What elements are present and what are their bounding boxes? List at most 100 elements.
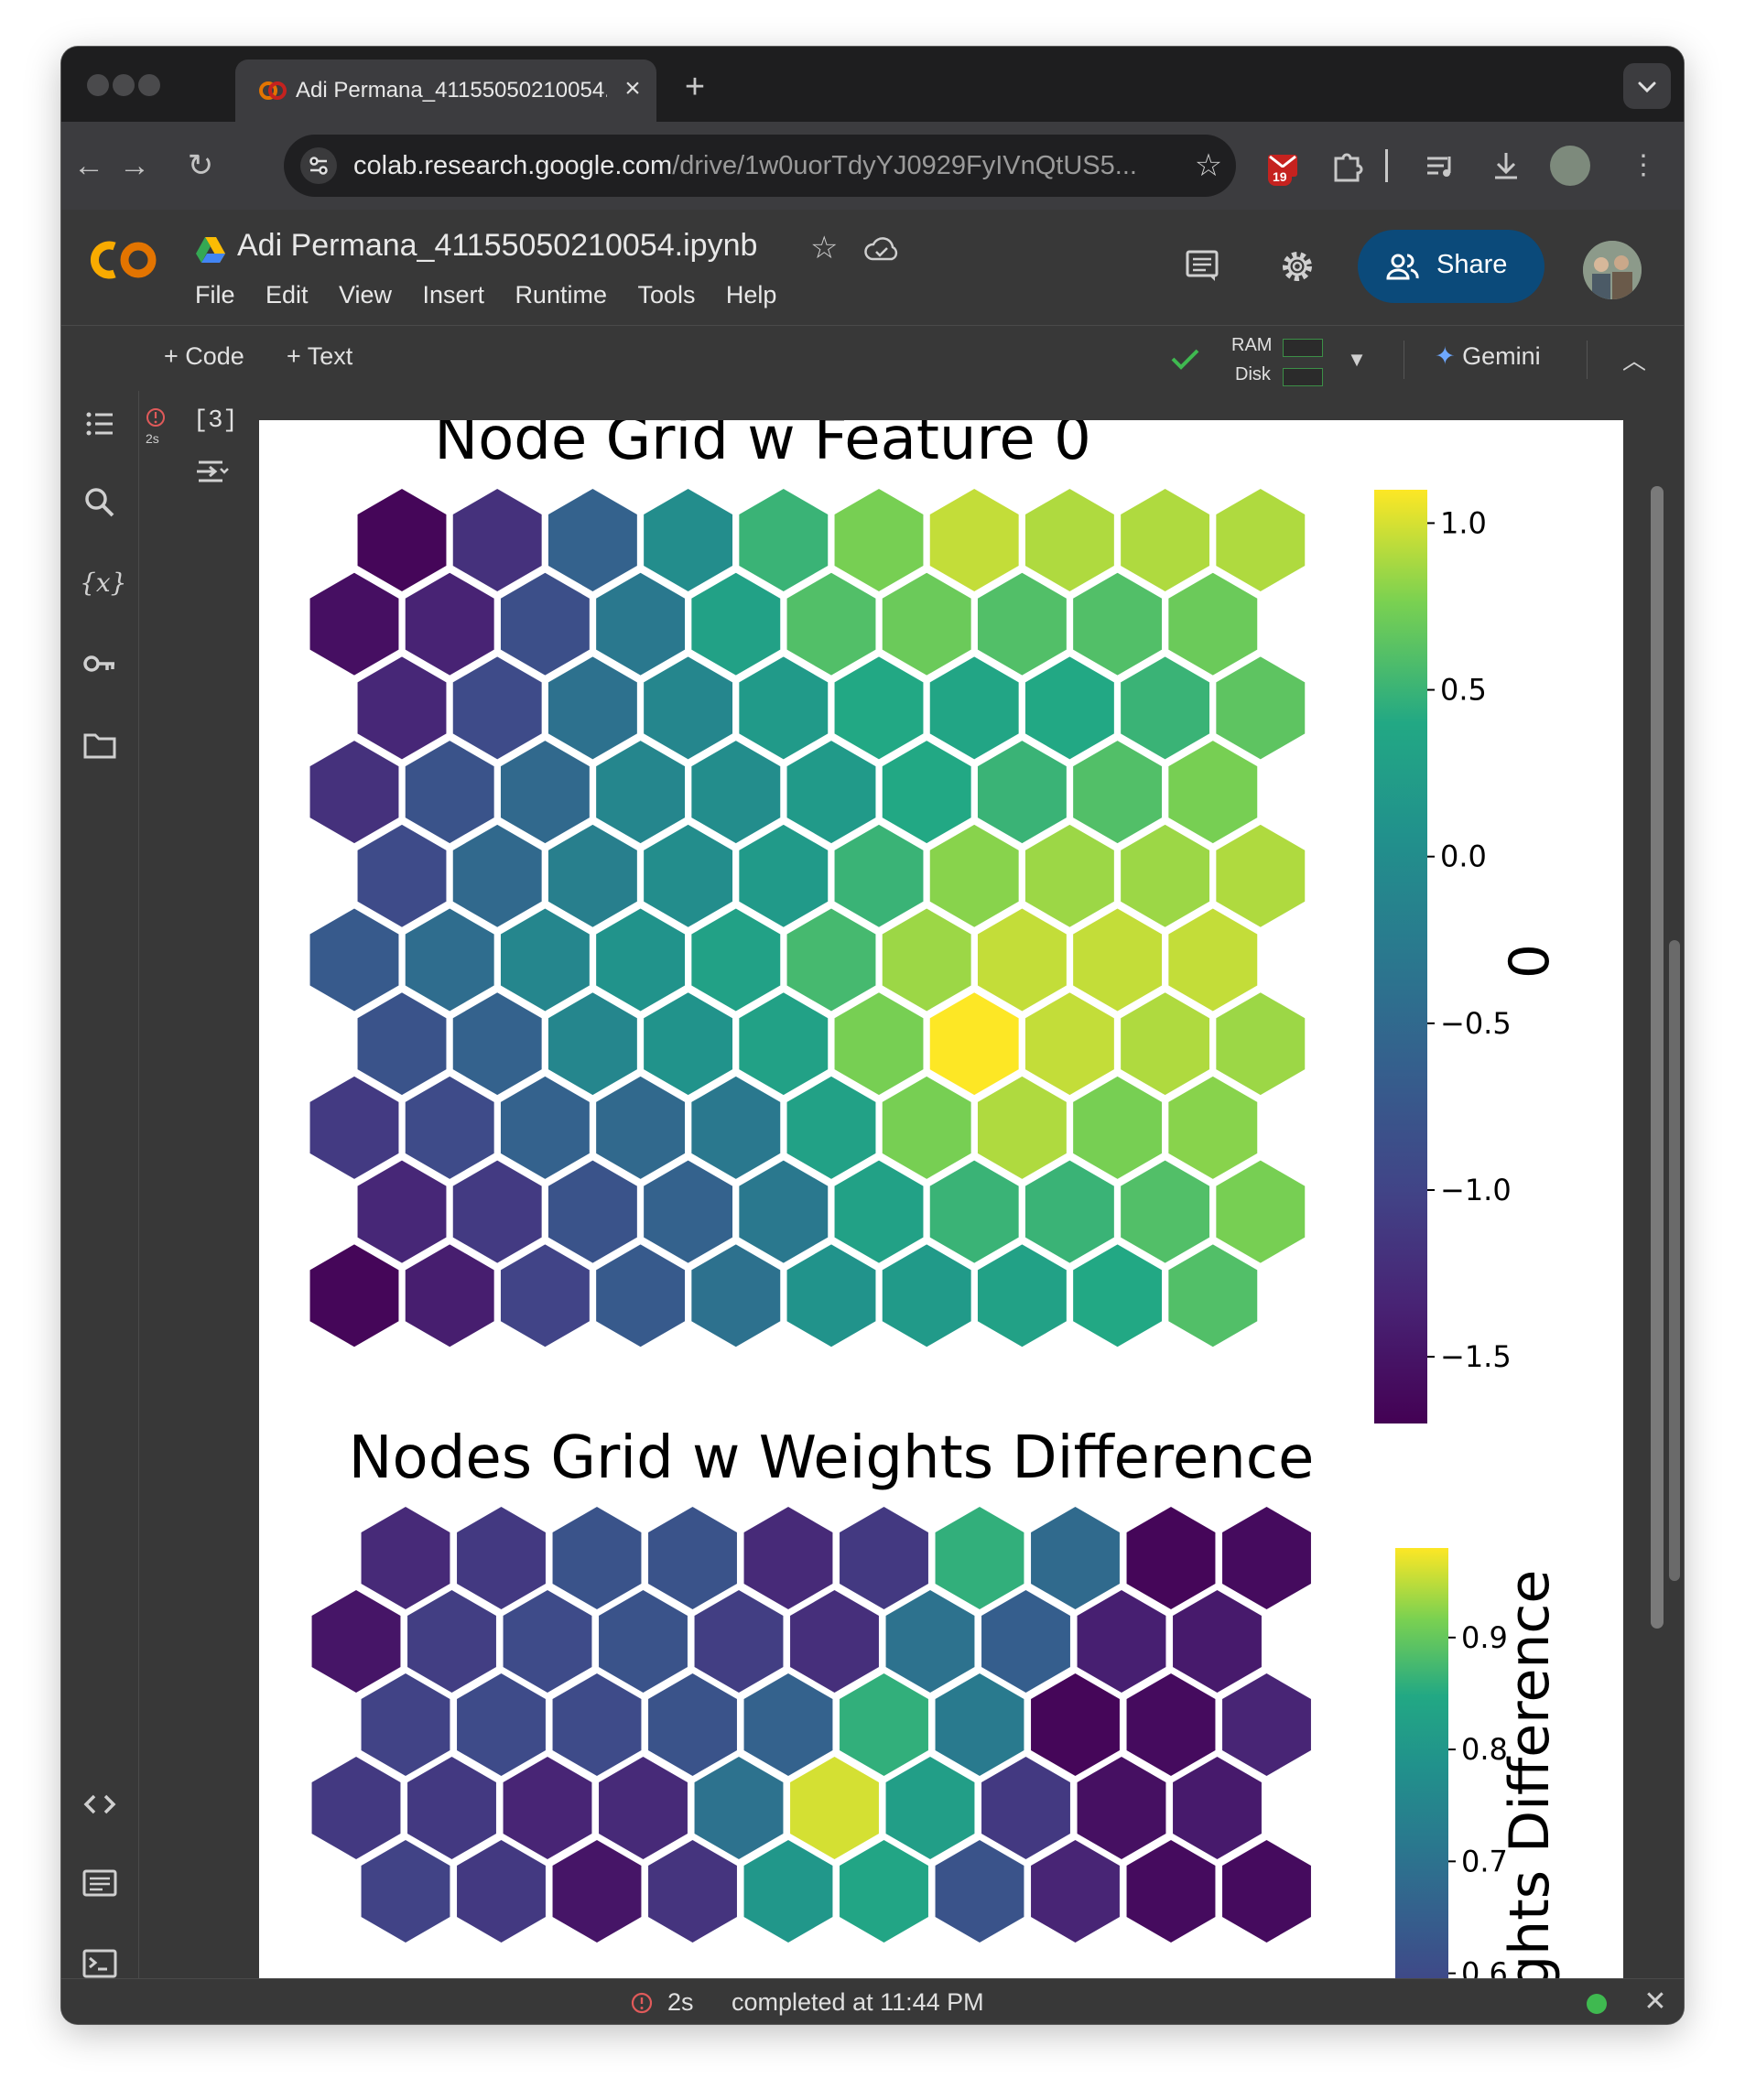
url-text[interactable]: colab.research.google.com/drive/1w0uorTd… [353, 151, 1137, 181]
forward-arrow-icon[interactable]: → [114, 146, 155, 186]
status-exec-time: 2s [667, 1988, 694, 2016]
url-host: colab.research.google.com [353, 151, 673, 180]
menu-edit[interactable]: Edit [266, 281, 309, 309]
hex-node [974, 568, 1070, 679]
search-icon[interactable] [80, 482, 120, 523]
zoom-window-control[interactable] [138, 74, 160, 96]
extensions-puzzle-icon[interactable] [1325, 144, 1369, 188]
hex-node [354, 653, 450, 763]
variables-icon[interactable]: {x} [80, 563, 126, 603]
hex-node [688, 568, 784, 679]
tab-close-icon[interactable]: × [618, 74, 647, 103]
table-of-contents-icon[interactable] [80, 404, 120, 444]
browser-tab[interactable]: Adi Permana_41155050210054.ipynb × [235, 60, 656, 122]
colorbar-tick-label: −1.5 [1440, 1339, 1512, 1374]
hex-node [640, 820, 736, 931]
hex-node [879, 904, 975, 1015]
hex-node [450, 1156, 546, 1267]
hex-node [450, 653, 546, 763]
menu-view[interactable]: View [339, 281, 392, 309]
tab-search-button[interactable] [1623, 63, 1671, 109]
site-info-icon[interactable] [300, 147, 337, 184]
google-drive-icon[interactable] [195, 235, 226, 263]
chevron-down-icon [1638, 81, 1656, 93]
output-scrollbar[interactable] [1651, 486, 1664, 1629]
share-button[interactable]: Share [1358, 230, 1544, 303]
cell-exec-count[interactable]: [3] [193, 407, 238, 435]
code-snippets-icon[interactable] [80, 1784, 120, 1824]
address-bar[interactable]: colab.research.google.com/drive/1w0uorTd… [284, 135, 1236, 197]
notebook-title[interactable]: Adi Permana_41155050210054.ipynb [237, 228, 757, 264]
download-icon[interactable] [1484, 144, 1528, 188]
user-avatar[interactable] [1583, 241, 1642, 299]
hex-node [1212, 484, 1308, 596]
colorbar [1374, 490, 1427, 1423]
hex-node [545, 1156, 641, 1267]
menu-insert[interactable]: Insert [422, 281, 484, 309]
disk-bar [1283, 368, 1323, 386]
secrets-key-icon[interactable] [80, 644, 120, 684]
browser-toolbar: ← → ↻ colab.research.google.com/drive/1w… [61, 122, 1684, 210]
hex-node [307, 737, 402, 848]
hex-node [735, 653, 831, 763]
hex-node [1165, 904, 1261, 1015]
hex-node [688, 737, 784, 848]
hex-node [784, 904, 879, 1015]
menu-tools[interactable]: Tools [637, 281, 695, 309]
back-arrow-icon[interactable]: ← [69, 146, 109, 186]
hex-node [1219, 1835, 1315, 1947]
hex-node [1022, 989, 1118, 1099]
resource-monitor[interactable]: RAM Disk [1231, 333, 1332, 388]
close-window-control[interactable] [87, 74, 109, 96]
close-status-icon[interactable]: ✕ [1640, 1986, 1671, 2018]
chevron-up-icon[interactable]: ︿ [1618, 344, 1651, 377]
menu-file[interactable]: File [195, 281, 235, 309]
hex-node [974, 904, 1070, 1015]
hex-node [450, 989, 546, 1099]
output-actions-icon[interactable] [191, 453, 232, 490]
browser-menu-icon[interactable]: ⋮ [1623, 146, 1664, 186]
toolbar-separator [1587, 341, 1588, 379]
hex-node [879, 1072, 975, 1183]
star-notebook-icon[interactable]: ☆ [810, 230, 847, 266]
bookmark-star-icon[interactable]: ☆ [1190, 147, 1227, 184]
colab-logo-icon[interactable] [85, 235, 160, 285]
hex-node [1022, 1156, 1118, 1267]
profile-avatar[interactable] [1550, 146, 1590, 186]
menu-runtime[interactable]: Runtime [515, 281, 607, 309]
tab-title: Adi Permana_41155050210054.ipynb [296, 78, 607, 103]
hex-node [354, 1156, 450, 1267]
hex-node [927, 484, 1023, 596]
chart-title: Nodes Grid w Weights Difference [349, 1424, 1315, 1492]
new-tab-button[interactable]: + [677, 69, 713, 105]
files-folder-icon[interactable] [80, 724, 120, 764]
minimize-window-control[interactable] [113, 74, 135, 96]
hex-node [1069, 568, 1165, 679]
hex-node [497, 1240, 593, 1351]
colorbar-label: 0 [1498, 944, 1562, 979]
cloud-save-status-icon[interactable] [863, 235, 900, 263]
hex-node [1069, 1240, 1165, 1351]
media-queue-icon[interactable] [1418, 144, 1462, 188]
hex-node [1117, 653, 1213, 763]
reload-icon[interactable]: ↻ [180, 146, 221, 186]
hex-node [497, 568, 593, 679]
gemini-button[interactable]: ✦ Gemini [1435, 342, 1541, 371]
runtime-dropdown-icon[interactable]: ▼ [1343, 346, 1371, 373]
hex-node [545, 484, 641, 596]
hex-node [592, 568, 688, 679]
comments-icon[interactable] [1182, 246, 1222, 287]
hex-node [1212, 989, 1308, 1099]
hex-node [640, 484, 736, 596]
hex-node [784, 1240, 879, 1351]
command-palette-icon[interactable] [80, 1863, 120, 1903]
add-code-button[interactable]: + Code [164, 342, 244, 371]
chart-title: Node Grid w Feature 0 [434, 420, 1091, 473]
menu-help[interactable]: Help [726, 281, 777, 309]
colab-favicon-icon [259, 81, 287, 100]
add-text-button[interactable]: + Text [287, 342, 352, 371]
settings-gear-icon[interactable] [1277, 246, 1317, 287]
hex-node [735, 484, 831, 596]
page-scrollbar[interactable] [1669, 940, 1680, 1581]
colorbar [1395, 1548, 1448, 1978]
